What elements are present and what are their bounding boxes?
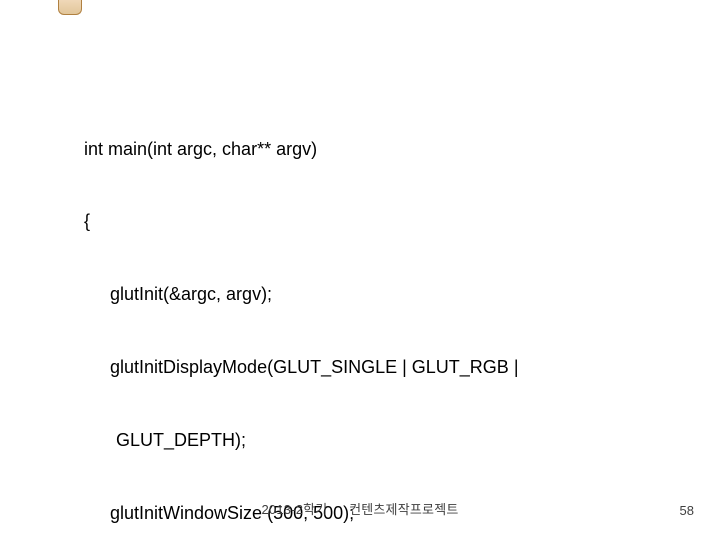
code-line: { [84, 209, 650, 233]
footer: 2013-2학기 컨텐츠제작프로젝트 [0, 499, 720, 518]
code-line: GLUT_DEPTH); [84, 428, 650, 452]
code-line: int main(int argc, char** argv) [84, 137, 650, 161]
footer-course: 컨텐츠제작프로젝트 [349, 502, 458, 517]
code-block: int main(int argc, char** argv) { glutIn… [84, 88, 650, 540]
footer-term: 2013-2학기 [261, 502, 327, 517]
code-line: glutInit(&argc, argv); [84, 282, 650, 306]
slide: int main(int argc, char** argv) { glutIn… [0, 0, 720, 540]
page-number: 58 [680, 503, 694, 518]
code-line: glutInitDisplayMode(GLUT_SINGLE | GLUT_R… [84, 355, 650, 379]
decorative-tab [58, 0, 82, 15]
